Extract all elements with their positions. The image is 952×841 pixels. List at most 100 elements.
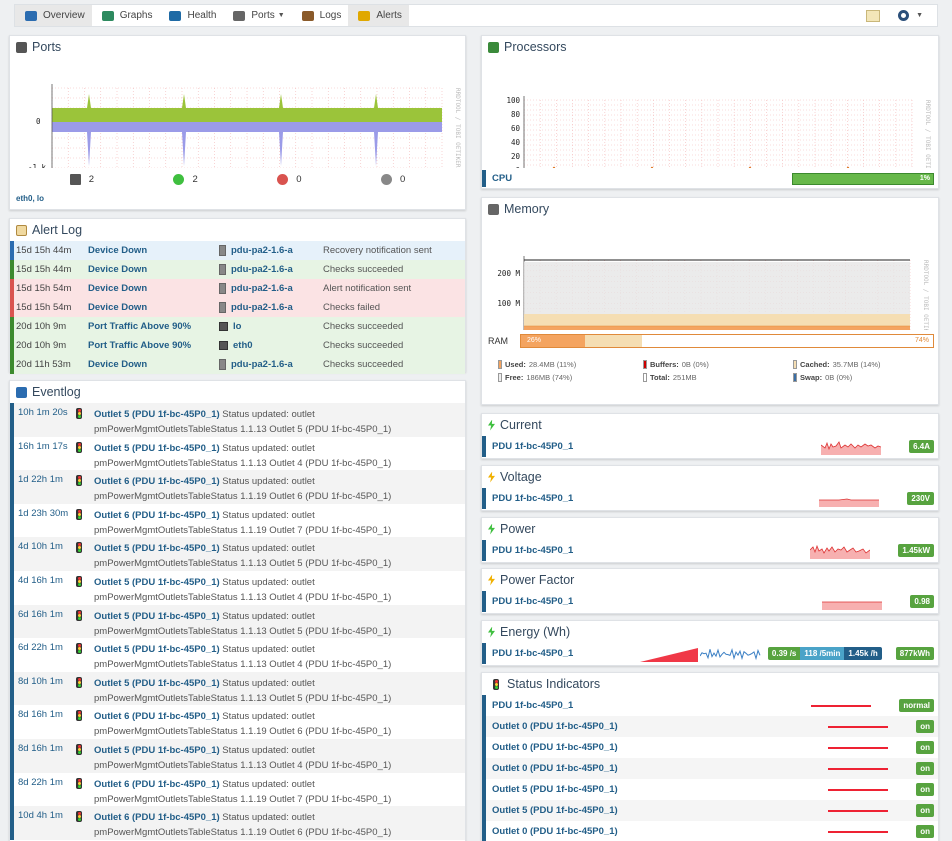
ports-stat[interactable]: 2	[69, 173, 94, 185]
processors-graph[interactable]: Tue 12:00Tue 16:00Tue 20:00Wed 00:00Wed …	[482, 58, 938, 168]
sparkline-fill	[822, 601, 883, 610]
eventlog-row[interactable]: 6d 16h 1m Outlet 5 (PDU 1f-bc-45P0_1) Sta…	[10, 604, 465, 639]
eventlog-row[interactable]: 16h 1m 17s Outlet 5 (PDU 1f-bc-45P0_1) St…	[10, 436, 465, 471]
nav-logs[interactable]: Logs	[292, 5, 349, 26]
nav-ports[interactable]: Ports ▼	[223, 5, 291, 26]
nav-alerts[interactable]: Alerts	[348, 5, 409, 26]
energy-title[interactable]: Energy (Wh)	[482, 621, 938, 643]
status-row[interactable]: PDU 1f-bc-45P0_1 normal	[482, 695, 938, 716]
sensor-title[interactable]: Voltage	[482, 466, 938, 488]
status-title[interactable]: Status Indicators	[482, 673, 938, 695]
eventlog-row[interactable]: 1d 22h 1m Outlet 6 (PDU 1f-bc-45P0_1) Sta…	[10, 470, 465, 504]
alertlog-entity[interactable]: pdu-pa2-1.6-a	[219, 302, 323, 313]
status-row[interactable]: Outlet 0 (PDU 1f-bc-45P0_1) on	[482, 758, 938, 779]
alertlog-alert-name[interactable]: Device Down	[88, 264, 219, 275]
eventlog-message: Outlet 6 (PDU 1f-bc-45P0_1) Status updat…	[94, 470, 391, 504]
nav-health[interactable]: Health	[159, 5, 223, 26]
eventlog-icon-wrap	[76, 403, 94, 437]
alertlog-entity[interactable]: pdu-pa2-1.6-a	[219, 359, 323, 370]
eventlog-text: Status updated: outlet	[219, 711, 315, 723]
ports-stat[interactable]: 0	[380, 173, 405, 185]
eventlog-text: Status updated: outlet	[219, 576, 315, 588]
nav-graphs[interactable]: Graphs	[92, 5, 160, 26]
eventlog-entity-link[interactable]: Outlet 5 (PDU 1f-bc-45P0_1)	[94, 577, 220, 588]
notes-icon[interactable]	[866, 9, 881, 22]
alertlog-row[interactable]: 20d 10h 9m Port Traffic Above 90% lo Checks…	[10, 317, 465, 336]
eventlog-row[interactable]: 1d 23h 30m Outlet 6 (PDU 1f-bc-45P0_1) St…	[10, 503, 465, 538]
eventlog-entity-link[interactable]: Outlet 6 (PDU 1f-bc-45P0_1)	[94, 779, 220, 790]
memory-graph[interactable]: Tue 12:00Tue 16:00Tue 20:00Wed 00:00Wed …	[482, 220, 938, 330]
ports-list[interactable]: eth0, lo	[10, 190, 465, 207]
alertlog-alert-name[interactable]: Port Traffic Above 90%	[88, 340, 219, 351]
memory-title[interactable]: Memory	[482, 198, 938, 220]
eventlog-entity-link[interactable]: Outlet 6 (PDU 1f-bc-45P0_1)	[94, 812, 220, 823]
eventlog-title[interactable]: Eventlog	[10, 381, 465, 403]
chevron-down-icon[interactable]: ▼	[916, 12, 923, 19]
eventlog-row[interactable]: 10h 1m 20s Outlet 5 (PDU 1f-bc-45P0_1) St…	[10, 403, 465, 437]
eventlog-entity-link[interactable]: Outlet 6 (PDU 1f-bc-45P0_1)	[94, 510, 220, 521]
alertlog-alert-name[interactable]: Device Down	[88, 359, 219, 370]
status-row[interactable]: Outlet 5 (PDU 1f-bc-45P0_1) on	[482, 779, 938, 800]
ports-stat[interactable]: 0	[277, 173, 302, 185]
alertlog-row[interactable]: 15d 15h 44m Device Down pdu-pa2-1.6-a Check…	[10, 260, 465, 279]
eventlog-row[interactable]: 10d 4h 1m Outlet 6 (PDU 1f-bc-45P0_1) Sta…	[10, 806, 465, 840]
sensor-title[interactable]: Power	[482, 518, 938, 540]
ports-stat[interactable]: 2	[173, 173, 198, 185]
status-row[interactable]: Outlet 0 (PDU 1f-bc-45P0_1) on	[482, 716, 938, 737]
energy-counter-spark	[639, 647, 698, 662]
alertlog-alert-name[interactable]: Port Traffic Above 90%	[88, 321, 219, 332]
alertlog-entity[interactable]: lo	[219, 321, 323, 332]
alertlog-alert-name[interactable]: Device Down	[88, 302, 219, 313]
eventlog-row[interactable]: 4d 16h 1m Outlet 5 (PDU 1f-bc-45P0_1) Sta…	[10, 570, 465, 605]
eventlog-entity-link[interactable]: Outlet 5 (PDU 1f-bc-45P0_1)	[94, 745, 220, 756]
eventlog-row[interactable]: 8d 16h 1m Outlet 6 (PDU 1f-bc-45P0_1) Sta…	[10, 705, 465, 739]
processors-title[interactable]: Processors	[482, 36, 938, 58]
eventlog-entity-link[interactable]: Outlet 6 (PDU 1f-bc-45P0_1)	[94, 711, 220, 722]
alertlog-entity[interactable]: eth0	[219, 340, 323, 351]
ports-title[interactable]: Ports	[10, 36, 465, 58]
energy-row[interactable]: PDU 1f-bc-45P0_1 0.39 /s 118 /5min 1.45k…	[482, 643, 938, 664]
alertlog-entity[interactable]: pdu-pa2-1.6-a	[219, 264, 323, 275]
sensor-title[interactable]: Current	[482, 414, 938, 436]
energy-rate-per-second: 0.39 /s	[767, 647, 801, 660]
gear-icon[interactable]	[898, 10, 910, 21]
status-row[interactable]: Outlet 0 (PDU 1f-bc-45P0_1) on	[482, 737, 938, 758]
alertlog-alert-name[interactable]: Device Down	[88, 245, 219, 256]
eventlog-entity-link[interactable]: Outlet 5 (PDU 1f-bc-45P0_1)	[94, 443, 220, 454]
alertlog-entity[interactable]: pdu-pa2-1.6-a	[219, 245, 323, 256]
eventlog-row[interactable]: 8d 16h 1m Outlet 5 (PDU 1f-bc-45P0_1) Sta…	[10, 738, 465, 773]
eventlog-row[interactable]: 6d 22h 1m Outlet 5 (PDU 1f-bc-45P0_1) Sta…	[10, 638, 465, 672]
eventlog-row[interactable]: 4d 10h 1m Outlet 5 (PDU 1f-bc-45P0_1) Sta…	[10, 537, 465, 571]
alertlog-time: 15d 15h 44m	[16, 245, 72, 256]
alertlog-title[interactable]: Alert Log	[10, 219, 465, 241]
alertlog-row[interactable]: 20d 11h 53m Device Down pdu-pa2-1.6-a Check…	[10, 355, 465, 374]
nav-overview[interactable]: Overview	[15, 5, 92, 26]
sensor-title[interactable]: Power Factor	[482, 569, 938, 591]
eventlog-row[interactable]: 8d 22h 1m Outlet 6 (PDU 1f-bc-45P0_1) Sta…	[10, 772, 465, 807]
cpu-row[interactable]: CPU 1%	[482, 170, 938, 187]
alertlog-row[interactable]: 15d 15h 54m Device Down pdu-pa2-1.6-a Alert…	[10, 279, 465, 298]
alertlog-row[interactable]: 15d 15h 44m Device Down pdu-pa2-1.6-a Recov…	[10, 241, 465, 260]
status-sparkline	[828, 725, 889, 728]
ports-traffic-graph[interactable]: 0-1 kTue 12:00Tue 16:00Tue 20:00Wed 00:0…	[10, 58, 465, 168]
eventlog-entity-link[interactable]: Outlet 5 (PDU 1f-bc-45P0_1)	[94, 409, 220, 420]
eventlog-entity-link[interactable]: Outlet 5 (PDU 1f-bc-45P0_1)	[94, 543, 220, 554]
alertlog-row[interactable]: 15d 15h 54m Device Down pdu-pa2-1.6-a Check…	[10, 298, 465, 317]
eventlog-entity-link[interactable]: Outlet 5 (PDU 1f-bc-45P0_1)	[94, 611, 220, 622]
eventlog-entity-link[interactable]: Outlet 5 (PDU 1f-bc-45P0_1)	[94, 644, 220, 655]
eventlog-entity-link[interactable]: Outlet 5 (PDU 1f-bc-45P0_1)	[94, 678, 220, 689]
status-row[interactable]: Outlet 0 (PDU 1f-bc-45P0_1) on	[482, 821, 938, 841]
sensor-row[interactable]: PDU 1f-bc-45P0_1 6.4A	[482, 436, 938, 457]
alertlog-row[interactable]: 20d 10h 9m Port Traffic Above 90% eth0 Chec…	[10, 336, 465, 355]
eventlog-entity-link[interactable]: Outlet 6 (PDU 1f-bc-45P0_1)	[94, 476, 220, 487]
ports-out-traffic-area	[52, 122, 442, 132]
eventlog-row[interactable]: 8d 10h 1m Outlet 5 (PDU 1f-bc-45P0_1) Sta…	[10, 671, 465, 706]
memory-icon	[488, 203, 499, 215]
sensor-row[interactable]: PDU 1f-bc-45P0_1 230V	[482, 488, 938, 509]
alertlog-entity[interactable]: pdu-pa2-1.6-a	[219, 283, 323, 294]
sensor-row[interactable]: PDU 1f-bc-45P0_1 0.98	[482, 591, 938, 612]
sensor-row[interactable]: PDU 1f-bc-45P0_1 1.45kW	[482, 540, 938, 561]
status-row[interactable]: Outlet 5 (PDU 1f-bc-45P0_1) on	[482, 800, 938, 821]
ram-row[interactable]: RAM 26% 74%	[482, 332, 938, 350]
alertlog-alert-name[interactable]: Device Down	[88, 283, 219, 294]
